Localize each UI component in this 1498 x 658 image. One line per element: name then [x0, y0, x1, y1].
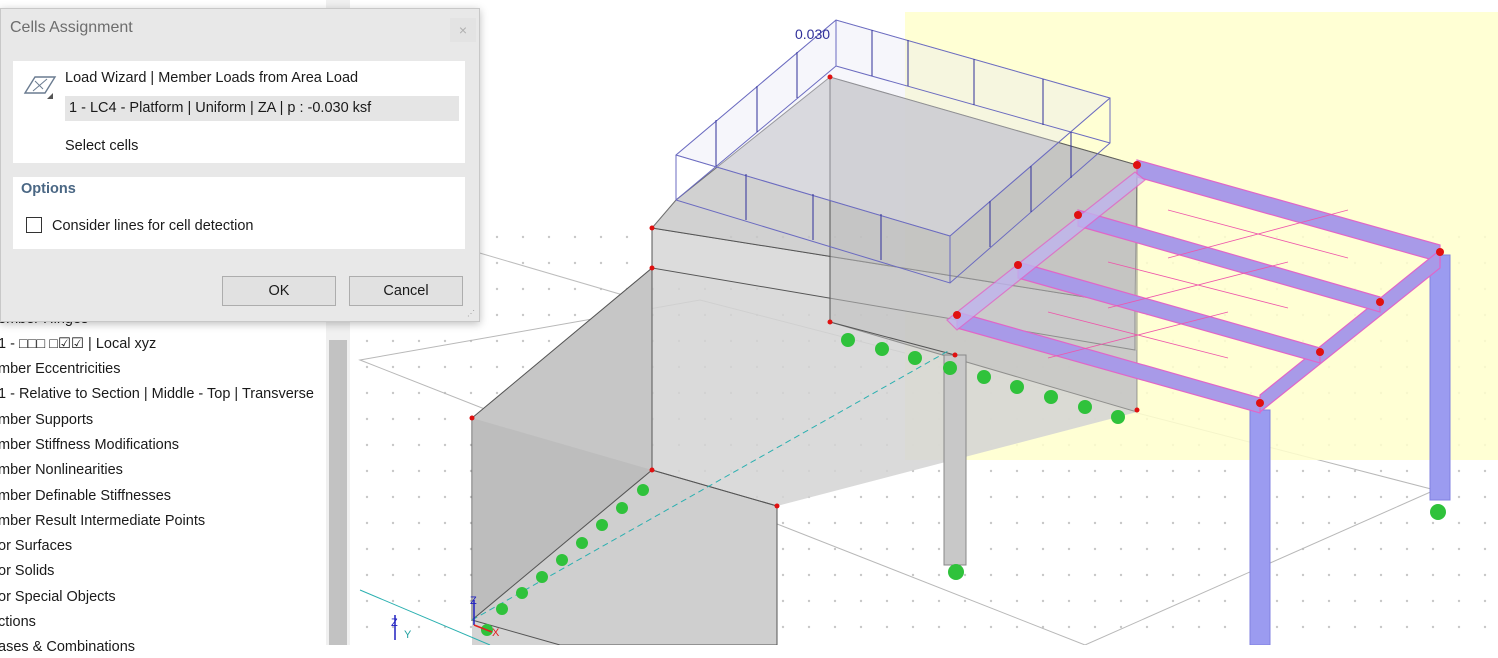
ok-button[interactable]: OK [222, 276, 336, 306]
load-value-label: 0.030 [795, 26, 830, 42]
tree-item[interactable]: mber Result Intermediate Points [0, 510, 205, 532]
options-title: Options [21, 181, 76, 197]
load-panel: Load Wizard | Member Loads from Area Loa… [13, 61, 465, 163]
options-panel: Options Consider lines for cell detectio… [13, 177, 465, 249]
cancel-button[interactable]: Cancel [349, 276, 463, 306]
tree-item[interactable]: ases & Combinations [0, 636, 135, 658]
tree-item[interactable]: 1 - Relative to Section | Middle - Top |… [0, 383, 314, 405]
load-item[interactable]: 1 - LC4 - Platform | Uniform | ZA | p : … [65, 96, 459, 121]
tree-item[interactable]: mber Stiffness Modifications [0, 434, 179, 456]
axis-y-label: Y [404, 629, 412, 641]
model-graphics[interactable]: 0.030 Z Y Z X [350, 0, 1498, 645]
select-cells-link[interactable]: Select cells [65, 138, 138, 154]
column [1249, 409, 1271, 645]
tree-item[interactable]: or Solids [0, 560, 54, 582]
axis-x-label: X [492, 627, 500, 639]
axis-z-label: Z [470, 595, 477, 607]
axis-z-label: Z [391, 617, 398, 629]
tree-item[interactable]: or Special Objects [0, 586, 116, 608]
tree-item[interactable]: mber Nonlinearities [0, 459, 123, 481]
cells-assignment-dialog: Cells Assignment × Load Wizard | Member … [0, 8, 480, 322]
tree-item[interactable]: ctions [0, 611, 36, 633]
tree-item[interactable]: 1 - □□□ □☑☑ | Local xyz [0, 333, 156, 355]
close-button[interactable]: × [450, 18, 476, 42]
dialog-title: Cells Assignment [10, 19, 133, 36]
tree-item[interactable]: mber Definable Stiffnesses [0, 485, 171, 507]
tree-item[interactable]: or Surfaces [0, 535, 72, 557]
consider-lines-label[interactable]: Consider lines for cell detection [52, 218, 254, 234]
column [1429, 254, 1451, 501]
load-wizard-icon [23, 76, 57, 99]
resize-grip-icon[interactable]: ⋰ [467, 309, 477, 319]
load-wizard-title: Load Wizard | Member Loads from Area Loa… [65, 70, 359, 86]
scrollbar-thumb[interactable] [329, 340, 347, 645]
consider-lines-checkbox[interactable] [26, 217, 42, 233]
tree-item[interactable]: mber Supports [0, 409, 93, 431]
column [943, 354, 967, 566]
model-viewport[interactable]: 0.030 Z Y Z X [350, 0, 1498, 645]
tree-item[interactable]: mber Eccentricities [0, 358, 120, 380]
